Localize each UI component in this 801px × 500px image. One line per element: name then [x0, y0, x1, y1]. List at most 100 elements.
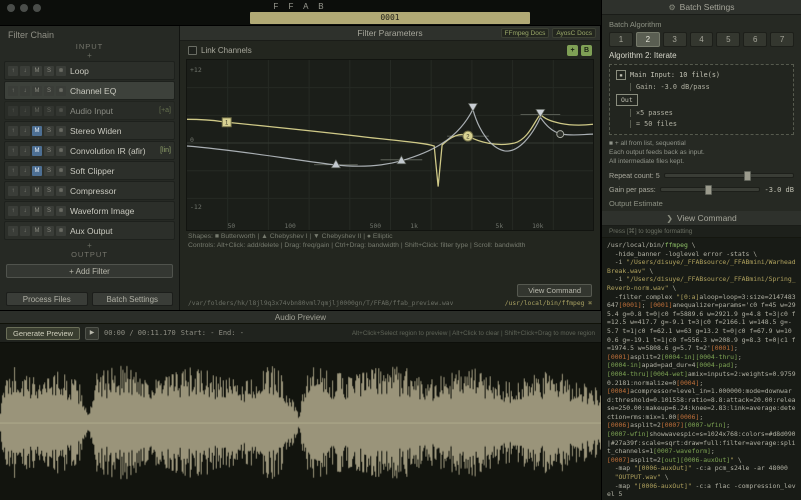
mute-icon[interactable]: M [32, 86, 42, 96]
remove-icon[interactable]: ⊗ [56, 106, 66, 116]
filter-row[interactable]: ↑↓MS⊗Audio Input[+a] [4, 101, 175, 120]
move-up-icon[interactable]: ↑ [8, 66, 18, 76]
remove-icon[interactable]: ⊗ [56, 146, 66, 156]
channel-chip-button[interactable]: B [581, 45, 592, 56]
move-down-icon[interactable]: ↓ [20, 146, 30, 156]
filter-name: Loop [70, 66, 171, 76]
eq-point-triangle-down-1[interactable] [468, 103, 477, 111]
insert-filter-icon-bottom[interactable]: + [0, 242, 179, 249]
solo-icon[interactable]: S [44, 86, 54, 96]
move-up-icon[interactable]: ↑ [8, 186, 18, 196]
docs-link-button[interactable]: FFmpeg Docs [501, 28, 550, 38]
terminal-segment: -c:a pcm_s24le -ar 48000 [692, 464, 788, 472]
eq-graph[interactable]: 1 2 [187, 60, 593, 230]
algorithm-button-2[interactable]: 2 [636, 32, 660, 47]
repeat-count-row: Repeat count: 5 [609, 171, 794, 180]
move-down-icon[interactable]: ↓ [20, 206, 30, 216]
solo-icon[interactable]: S [44, 106, 54, 116]
solo-icon[interactable]: S [44, 206, 54, 216]
move-up-icon[interactable]: ↑ [8, 206, 18, 216]
docs-link-button[interactable]: AyosC Docs [552, 28, 596, 38]
mute-icon[interactable]: M [32, 106, 42, 116]
eq-point-triangle-down-2[interactable] [536, 109, 545, 117]
move-down-icon[interactable]: ↓ [20, 126, 30, 136]
algorithm-button-4[interactable]: 4 [690, 32, 714, 47]
move-down-icon[interactable]: ↓ [20, 106, 30, 116]
slider-thumb[interactable] [705, 185, 712, 195]
preview-file-path: /var/folders/hk/l8jl9q3x74vbn80vml7qmjlj… [188, 300, 453, 307]
play-button[interactable]: ▶ [85, 327, 99, 340]
move-up-icon[interactable]: ↑ [8, 166, 18, 176]
mute-icon[interactable]: M [32, 206, 42, 216]
solo-icon[interactable]: S [44, 226, 54, 236]
repeat-count-slider[interactable] [664, 173, 794, 178]
mute-icon[interactable]: M [32, 186, 42, 196]
eq-point-hollow-circle[interactable] [557, 131, 564, 138]
generate-preview-button[interactable]: Generate Preview [6, 327, 80, 340]
filter-row[interactable]: ↑↓MS⊗ Loop [4, 61, 175, 80]
algorithm-button-5[interactable]: 5 [716, 32, 740, 47]
remove-icon[interactable]: ⊗ [56, 186, 66, 196]
gain-per-pass-slider[interactable] [660, 187, 761, 192]
remove-icon[interactable]: ⊗ [56, 166, 66, 176]
solo-icon[interactable]: S [44, 66, 54, 76]
move-down-icon[interactable]: ↓ [20, 86, 30, 96]
sidebar-actions: Process Files Batch Settings [0, 289, 179, 310]
remove-icon[interactable]: ⊗ [56, 86, 66, 96]
remove-icon[interactable]: ⊗ [56, 66, 66, 76]
algorithm-button-6[interactable]: 6 [743, 32, 767, 47]
move-up-icon[interactable]: ↑ [8, 226, 18, 236]
solo-icon[interactable]: S [44, 166, 54, 176]
move-up-icon[interactable]: ↑ [8, 146, 18, 156]
filter-row[interactable]: ↑↓MS⊗Soft Clipper [4, 161, 175, 180]
link-channels-checkbox[interactable] [188, 46, 197, 55]
solo-icon[interactable]: S [44, 186, 54, 196]
mute-icon[interactable]: M [32, 166, 42, 176]
channel-chip-button[interactable]: + [567, 45, 578, 56]
preset-name-field[interactable]: 0001 [250, 12, 530, 24]
move-down-icon[interactable]: ↓ [20, 66, 30, 76]
remove-icon[interactable]: ⊗ [56, 206, 66, 216]
mute-icon[interactable]: M [32, 66, 42, 76]
mute-icon[interactable]: M [32, 146, 42, 156]
command-terminal[interactable]: /usr/local/bin/ffmpeg \ -hide_banner -lo… [602, 238, 801, 500]
algorithm-button-1[interactable]: 1 [609, 32, 633, 47]
repeat-count-label: Repeat count: 5 [609, 171, 660, 180]
terminal-line: [0004-thru][0004-wet]amix=inputs=2:weigh… [607, 370, 796, 387]
eq-point-triangle-up-1[interactable] [331, 160, 340, 168]
remove-icon[interactable]: ⊗ [56, 126, 66, 136]
remove-icon[interactable]: ⊗ [56, 226, 66, 236]
solo-icon[interactable]: S [44, 146, 54, 156]
filter-row[interactable]: ↑↓MS⊗Stereo Widen [4, 121, 175, 140]
add-filter-button[interactable]: + Add Filter [6, 264, 173, 278]
filter-row[interactable]: ↑↓MS⊗Waveform Image [4, 201, 175, 220]
filter-row[interactable]: ↑↓MS⊗Compressor [4, 181, 175, 200]
move-down-icon[interactable]: ↓ [20, 186, 30, 196]
move-up-icon[interactable]: ↑ [8, 126, 18, 136]
terminal-line: [0001]asplit=2[0004-in][0004-thru]; [607, 353, 796, 362]
filter-row[interactable]: ↑↓MS⊗Channel EQ [4, 81, 175, 100]
slider-thumb[interactable] [744, 171, 751, 181]
main-row: Filter Chain INPUT + ↑↓MS⊗Loop↑↓MS⊗Chann… [0, 26, 601, 310]
move-down-icon[interactable]: ↓ [20, 226, 30, 236]
view-command-button[interactable]: View Command [517, 284, 592, 297]
waveform-canvas[interactable] [0, 343, 601, 500]
mute-icon[interactable]: M [32, 126, 42, 136]
move-up-icon[interactable]: ↑ [8, 106, 18, 116]
eq-editor[interactable]: 1 2 +12 0 -12 501005001k5k10k [186, 59, 594, 231]
terminal-segment: [0007-wfin] [607, 430, 649, 438]
batch-settings-button[interactable]: Batch Settings [92, 292, 174, 306]
bandwidth-whiskers [314, 114, 560, 164]
view-command-header: ❯ View Command [602, 211, 801, 226]
filter-row[interactable]: ↑↓MS⊗Convolution IR (afir)[lin] [4, 141, 175, 160]
algorithm-button-3[interactable]: 3 [663, 32, 687, 47]
move-down-icon[interactable]: ↓ [20, 166, 30, 176]
insert-filter-icon[interactable]: + [0, 52, 179, 59]
terminal-segment: anequalizer=params='c0 f=45 w=295.4 g=0.… [607, 301, 796, 352]
algorithm-button-7[interactable]: 7 [770, 32, 794, 47]
solo-icon[interactable]: S [44, 126, 54, 136]
mute-icon[interactable]: M [32, 226, 42, 236]
filter-row[interactable]: ↑↓MS⊗Aux Output [4, 221, 175, 240]
process-files-button[interactable]: Process Files [6, 292, 88, 306]
move-up-icon[interactable]: ↑ [8, 86, 18, 96]
